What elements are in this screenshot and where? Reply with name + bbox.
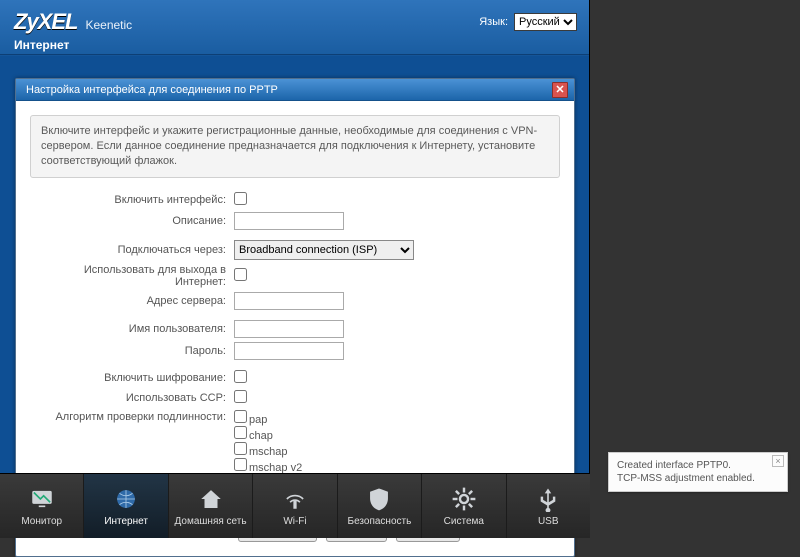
globe-icon: [113, 486, 139, 512]
password-label: Пароль:: [30, 340, 230, 362]
gear-icon: [451, 486, 477, 512]
description-input[interactable]: [234, 212, 344, 230]
brand-model: Keenetic: [85, 18, 132, 32]
nav-label: Wi-Fi: [283, 516, 306, 527]
usb-icon: [535, 486, 561, 512]
server-input[interactable]: [234, 292, 344, 310]
toast-line2: TCP-MSS adjustment enabled.: [617, 472, 769, 485]
toast: Created interface PPTP0. TCP-MSS adjustm…: [608, 452, 788, 492]
connectvia-label: Подключаться через:: [30, 238, 230, 262]
nav-usb[interactable]: USB: [507, 474, 590, 538]
useinternet-label: Использовать для выхода в Интернет:: [30, 262, 230, 290]
nav-wifi[interactable]: Wi-Fi: [253, 474, 337, 538]
useinternet-checkbox[interactable]: [234, 268, 247, 281]
close-icon[interactable]: ✕: [552, 82, 568, 98]
auth-label: Алгоритм проверки подлинности:: [30, 408, 230, 476]
nav-house[interactable]: Домашняя сеть: [169, 474, 253, 538]
auth-mschapv2-label: mschap v2: [249, 462, 302, 474]
auth-mschap-label: mschap: [249, 446, 288, 458]
ccp-label: Использовать CCP:: [30, 388, 230, 408]
nav-label: Безопасность: [348, 516, 412, 527]
monitor-icon: [29, 486, 55, 512]
username-label: Имя пользователя:: [30, 318, 230, 340]
wifi-icon: [282, 486, 308, 512]
enable-checkbox[interactable]: [234, 192, 247, 205]
shield-icon: [366, 486, 392, 512]
nav-globe[interactable]: Интернет: [84, 474, 168, 538]
section-title: Интернет: [14, 38, 577, 56]
connectvia-select[interactable]: Broadband connection (ISP): [234, 240, 414, 260]
auth-chap-checkbox[interactable]: [234, 426, 247, 439]
auth-mschap-checkbox[interactable]: [234, 442, 247, 455]
nav-gear[interactable]: Система: [422, 474, 506, 538]
nav-label: Монитор: [21, 516, 62, 527]
language-select[interactable]: Русский: [514, 13, 577, 31]
server-label: Адрес сервера:: [30, 290, 230, 312]
nav-shield[interactable]: Безопасность: [338, 474, 422, 538]
password-input[interactable]: [234, 342, 344, 360]
brand-logo: ZyXEL: [14, 11, 77, 33]
auth-chap-label: chap: [249, 430, 273, 442]
nav-label: Интернет: [104, 516, 148, 527]
nav-label: Система: [444, 516, 484, 527]
encrypt-label: Включить шифрование:: [30, 368, 230, 388]
encrypt-checkbox[interactable]: [234, 370, 247, 383]
nav-monitor[interactable]: Монитор: [0, 474, 84, 538]
enable-label: Включить интерфейс:: [30, 190, 230, 210]
nav-label: Домашняя сеть: [175, 516, 247, 527]
auth-pap-checkbox[interactable]: [234, 410, 247, 423]
username-input[interactable]: [234, 320, 344, 338]
toast-close-icon[interactable]: ×: [772, 455, 784, 467]
description-label: Описание:: [30, 210, 230, 232]
ccp-checkbox[interactable]: [234, 390, 247, 403]
nav-label: USB: [538, 516, 559, 527]
modal-title: Настройка интерфейса для соединения по P…: [26, 84, 278, 96]
modal-hint: Включите интерфейс и укажите регистрацио…: [30, 115, 560, 178]
house-icon: [198, 486, 224, 512]
language-label: Язык:: [479, 16, 508, 28]
toast-line1: Created interface PPTP0.: [617, 459, 769, 472]
auth-mschapv2-checkbox[interactable]: [234, 458, 247, 471]
auth-pap-label: pap: [249, 414, 267, 426]
bottom-nav: Монитор Интернет Домашняя сеть Wi-Fi Без…: [0, 473, 590, 538]
